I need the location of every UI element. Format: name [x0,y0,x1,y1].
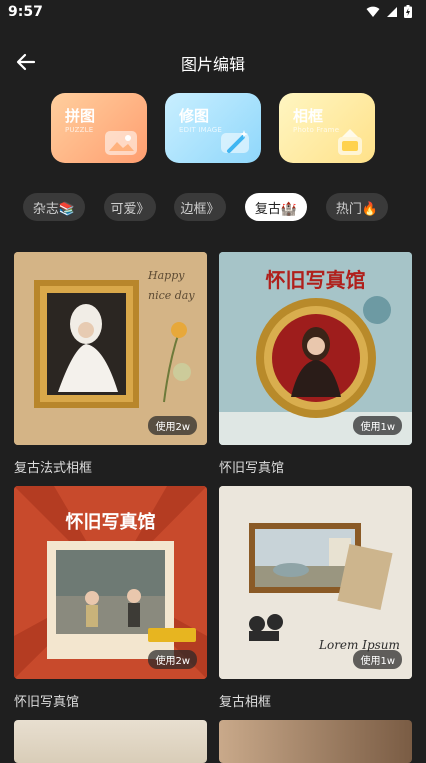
template-item: 怀旧写真馆 使用2w 怀旧写真馆 [14,486,207,710]
template-inner-text: 怀旧写真馆 [65,512,156,533]
app-bar: 图片编辑 [0,40,426,84]
template-thumbnail[interactable] [14,720,207,763]
chip-hot-label: 热门🔥 [335,201,379,217]
edit-image-card[interactable]: 修图 EDIT IMAGE [165,93,261,163]
template-caption: 怀旧写真馆 [14,695,80,710]
template-inner-text: Happy nice day [148,269,195,302]
usage-badge: 使用1w [353,650,402,669]
chip-magazine-label: 杂志📚 [32,201,76,217]
frame-icon [338,129,362,155]
chip-magazine[interactable]: 杂志📚 [23,193,85,221]
chip-hot[interactable]: 热门🔥 [326,193,388,221]
template-item [14,720,207,763]
template-caption: 复古法式相框 [14,461,93,476]
chip-retro-label: 复古🏰 [254,201,298,217]
page-title: 图片编辑 [180,55,245,74]
template-inner-text: 怀旧写真馆 [265,268,366,292]
chip-cute-label: 可爱》 [110,201,150,217]
template-caption: 怀旧写真馆 [219,461,285,476]
photo-frame-card[interactable]: 相框 Photo Frame [279,93,375,163]
template-thumbnail[interactable]: Lorem Ipsum 使用1w [219,486,412,679]
signal-icon [387,6,397,17]
magic-wand-icon [221,130,249,153]
status-time: 9:57 [8,4,43,20]
photo-frame-card-title: 相框 [293,107,324,125]
template-thumbnail[interactable]: 怀旧写真馆 使用1w [219,252,412,445]
template-item [219,720,412,763]
edit-image-card-title: 修图 [179,107,210,125]
chip-retro[interactable]: 复古🏰 [245,193,307,221]
template-thumbnail[interactable]: Happy nice day 使用2w [14,252,207,445]
usage-badge: 使用1w [353,416,402,435]
edit-image-card-subtitle: EDIT IMAGE [179,126,222,134]
template-thumbnail[interactable] [219,720,412,763]
puzzle-card-title: 拼图 [65,107,96,125]
puzzle-card-subtitle: PUZZLE [65,126,94,134]
template-thumbnail[interactable]: 怀旧写真馆 使用2w [14,486,207,679]
chip-border-label: 边框》 [180,201,220,217]
status-bar: 9:57 [0,0,426,26]
status-icons [366,5,412,18]
template-caption: 复古相框 [219,695,272,710]
chip-cute[interactable]: 可爱》 [104,193,156,221]
template-item: Happy nice day 使用2w 复古法式相框 [14,252,207,476]
category-chips: 杂志📚 可爱》 边框》 复古🏰 热门🔥 [0,193,426,221]
template-item: Lorem Ipsum 使用1w 复古相框 [219,486,412,710]
template-item: 怀旧写真馆 使用1w 怀旧写真馆 [219,252,412,476]
usage-badge: 使用2w [148,416,197,435]
puzzle-card[interactable]: 拼图 PUZZLE [51,93,147,163]
usage-badge: 使用2w [148,650,197,669]
chip-border[interactable]: 边框》 [174,193,226,221]
battery-icon [404,5,412,18]
wifi-icon [366,6,380,17]
image-icon [105,131,137,155]
